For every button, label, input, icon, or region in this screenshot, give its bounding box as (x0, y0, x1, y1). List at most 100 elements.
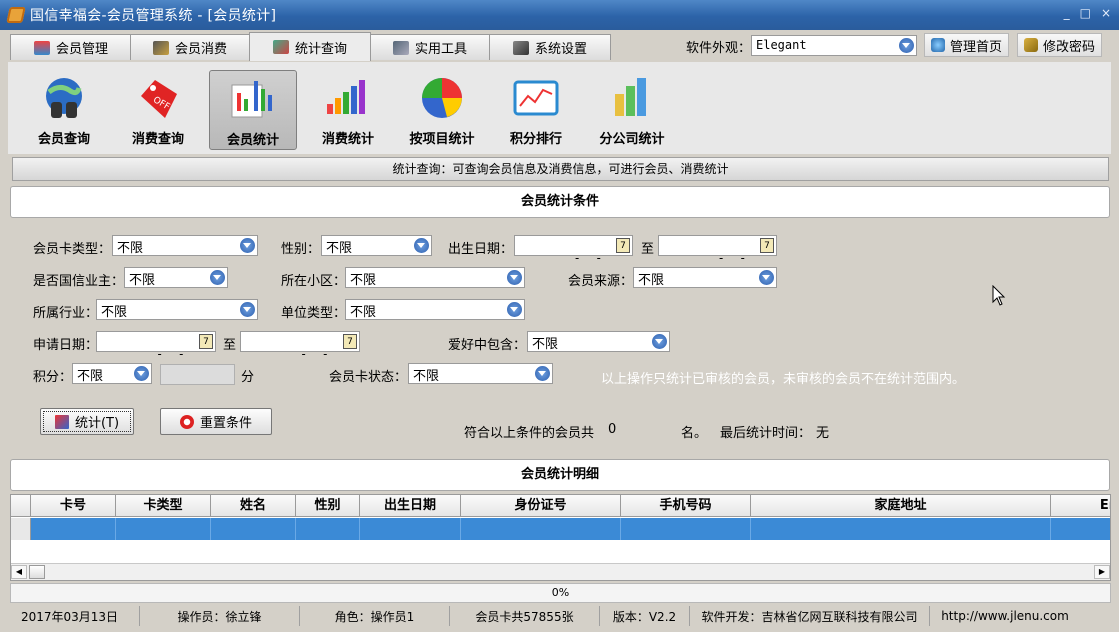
line-board-icon (513, 80, 559, 116)
table-cell[interactable] (751, 518, 1051, 540)
settings-icon (512, 40, 529, 55)
tool-label: 消费查询 (131, 132, 184, 147)
table-cell[interactable] (621, 518, 751, 540)
column-header[interactable]: 手机号码 (621, 495, 751, 517)
pie-chart-icon (422, 78, 462, 118)
source-select[interactable]: 不限 (633, 267, 777, 288)
scroll-thumb[interactable] (29, 565, 45, 579)
column-header[interactable]: 卡类型 (116, 495, 211, 517)
chevron-down-icon[interactable] (507, 270, 522, 285)
table-cell[interactable] (116, 518, 211, 540)
chevron-down-icon[interactable] (240, 302, 255, 317)
scroll-left-icon[interactable]: ◀ (11, 565, 27, 579)
chevron-down-icon[interactable] (652, 334, 667, 349)
card-type-select[interactable]: 不限 (112, 235, 258, 256)
skin-select[interactable]: Elegant (751, 35, 917, 56)
result-prefix: 符合以上条件的会员共 (464, 426, 595, 441)
source-value: 不限 (638, 273, 665, 288)
member-stats-button[interactable]: 会员统计 (209, 70, 297, 150)
detail-grid: 卡号 卡类型 姓名 性别 出生日期 身份证号 手机号码 家庭地址 En ◀ ▶ (10, 494, 1111, 581)
table-cell[interactable] (296, 518, 360, 540)
area-select[interactable]: 不限 (345, 267, 525, 288)
tab-consume[interactable]: 会员消费 (130, 34, 250, 60)
column-header[interactable]: En (1051, 495, 1110, 517)
tab-settings[interactable]: 系统设置 (489, 34, 611, 60)
table-cell[interactable] (461, 518, 621, 540)
bar-chart-icon (327, 80, 365, 114)
chevron-down-icon[interactable] (507, 302, 522, 317)
close-button[interactable]: × (1101, 6, 1111, 20)
chevron-down-icon[interactable] (759, 270, 774, 285)
chevron-down-icon[interactable] (134, 366, 149, 381)
column-header[interactable]: 姓名 (211, 495, 296, 517)
row-selector[interactable] (11, 518, 31, 540)
column-header[interactable]: 家庭地址 (751, 495, 1051, 517)
apply-from-field[interactable]: - - 7 (96, 331, 216, 361)
chart-icon (54, 414, 69, 429)
tab-label: 会员消费 (174, 42, 227, 57)
table-cell[interactable] (211, 518, 296, 540)
birth-from-field[interactable]: - - 7 (514, 235, 633, 265)
points-input[interactable] (160, 364, 235, 385)
column-header[interactable]: 卡号 (31, 495, 116, 517)
source-label: 会员来源： (568, 274, 634, 289)
points-ranking-button[interactable]: 积分排行 (492, 70, 580, 150)
industry-select[interactable]: 不限 (96, 299, 258, 320)
result-unit: 名。 (681, 426, 708, 441)
column-header[interactable]: 性别 (296, 495, 360, 517)
hobby-value: 不限 (532, 337, 559, 352)
members-icon (33, 40, 50, 55)
mouse-cursor-icon (992, 285, 1006, 306)
chevron-down-icon[interactable] (210, 270, 225, 285)
gender-select[interactable]: 不限 (321, 235, 432, 256)
calendar-icon[interactable]: 7 (199, 334, 213, 349)
table-row[interactable] (11, 518, 1110, 540)
status-role: 角色：操作员1 (300, 606, 450, 626)
reset-button[interactable]: 重置条件 (160, 408, 272, 435)
birth-to-field[interactable]: - - 7 (658, 235, 777, 265)
calendar-icon[interactable]: 7 (343, 334, 357, 349)
member-query-button[interactable]: 会员查询 (20, 70, 108, 150)
apply-to-field[interactable]: - - 7 (240, 331, 360, 361)
chevron-down-icon[interactable] (535, 366, 550, 381)
table-cell[interactable] (1051, 518, 1110, 540)
unit-type-select[interactable]: 不限 (345, 299, 525, 320)
detail-header: 会员统计明细 (10, 459, 1110, 491)
unit-type-label: 单位类型： (281, 306, 347, 321)
maximize-button[interactable]: □ (1080, 6, 1091, 20)
item-stats-button[interactable]: 按项目统计 (398, 70, 486, 150)
column-header[interactable]: 身份证号 (461, 495, 621, 517)
birth-date-label: 出生日期： (448, 242, 514, 257)
column-header[interactable]: 出生日期 (360, 495, 461, 517)
chevron-down-icon[interactable] (414, 238, 429, 253)
consume-stats-button[interactable]: 消费统计 (304, 70, 392, 150)
hobby-select[interactable]: 不限 (527, 331, 670, 352)
scroll-right-icon[interactable]: ▶ (1094, 565, 1110, 579)
change-password-link[interactable]: 修改密码 (1017, 33, 1103, 57)
chevron-down-icon[interactable] (899, 38, 914, 53)
calendar-icon[interactable]: 7 (616, 238, 630, 253)
minimize-button[interactable]: _ (1064, 6, 1070, 20)
points-unit: 分 (241, 370, 255, 385)
calendar-icon[interactable]: 7 (760, 238, 774, 253)
consume-icon (152, 40, 169, 55)
tab-stats[interactable]: 统计查询 (249, 32, 371, 61)
status-url[interactable]: http://www.jlenu.com (930, 606, 1080, 626)
points-select[interactable]: 不限 (72, 363, 152, 384)
card-status-select[interactable]: 不限 (408, 363, 553, 384)
stat-button[interactable]: 统计(T) (40, 408, 134, 435)
birth-from-value: - - (559, 251, 603, 265)
table-cell[interactable] (360, 518, 461, 540)
branch-stats-button[interactable]: 分公司统计 (588, 70, 676, 150)
home-link[interactable]: 管理首页 (924, 33, 1010, 57)
horizontal-scrollbar[interactable]: ◀ ▶ (11, 563, 1110, 580)
consume-query-button[interactable]: OFF 消费查询 (114, 70, 202, 150)
table-cell[interactable] (31, 518, 116, 540)
home-icon (931, 38, 945, 52)
owner-select[interactable]: 不限 (124, 267, 228, 288)
globe-binoculars-icon (46, 78, 82, 118)
tab-tools[interactable]: 实用工具 (370, 34, 490, 60)
reset-icon (179, 414, 194, 429)
chevron-down-icon[interactable] (240, 238, 255, 253)
tab-members[interactable]: 会员管理 (10, 34, 132, 60)
